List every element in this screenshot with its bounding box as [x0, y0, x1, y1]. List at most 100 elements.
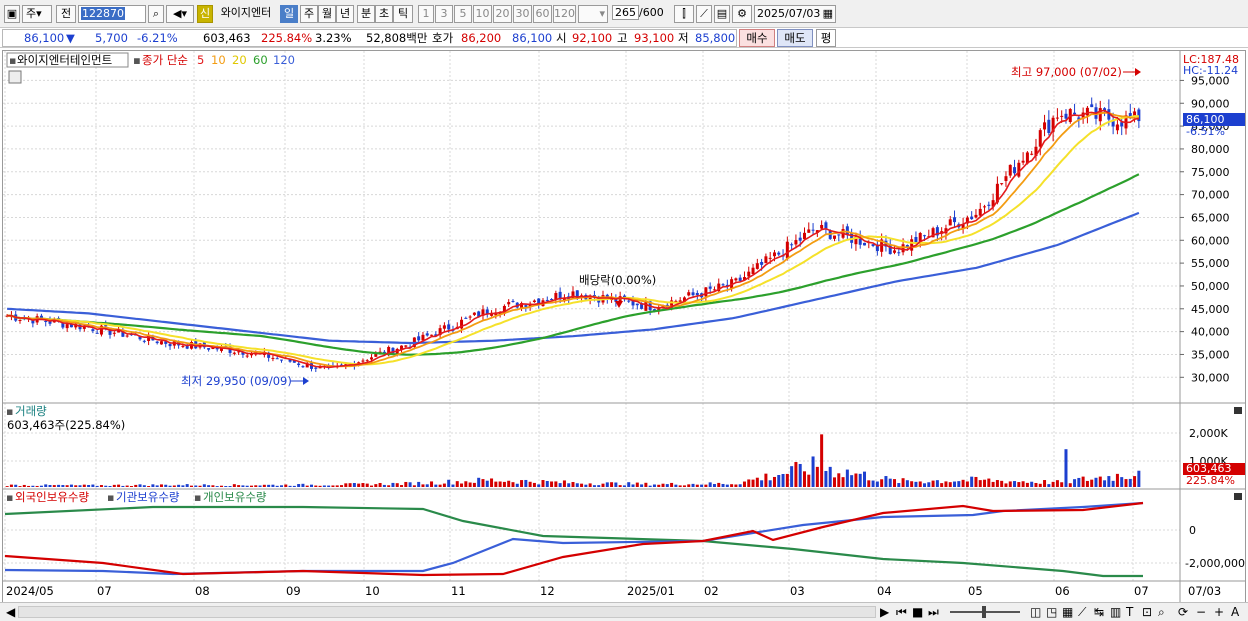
volume-bar: [207, 485, 211, 487]
interval-120[interactable]: 120: [553, 5, 576, 23]
grid-icon[interactable]: ▦: [1062, 604, 1073, 620]
candle-body: [953, 217, 957, 223]
volume-bar: [301, 483, 305, 487]
individual-holding-line: [4, 505, 1143, 578]
scroll-right-icon[interactable]: ▶: [880, 604, 889, 620]
chart-canvas[interactable]: 95,00090,00085,00080,00075,00070,00065,0…: [3, 51, 1245, 602]
y-tick-label: 90,000: [1191, 97, 1230, 110]
volume-bar: [494, 481, 498, 487]
table-icon[interactable]: [8, 70, 22, 84]
open-price: 92,100: [572, 31, 613, 45]
reset-icon[interactable]: ⟳: [1178, 604, 1188, 620]
bar-count-value[interactable]: 265: [612, 5, 639, 20]
candle-body: [695, 292, 699, 296]
sound-icon[interactable]: ◀▾: [166, 5, 194, 23]
volume-bar: [344, 483, 348, 487]
interval-1[interactable]: 1: [418, 5, 434, 23]
volume-bar: [970, 476, 974, 487]
period-tab-second[interactable]: 초: [375, 5, 393, 23]
period-tab-year[interactable]: 년: [336, 5, 354, 23]
buy-button[interactable]: 매수: [739, 29, 775, 47]
interval-10[interactable]: 10: [473, 5, 492, 23]
stop-icon[interactable]: ■: [912, 604, 923, 620]
text-icon[interactable]: T: [1126, 604, 1133, 620]
search-zoom-icon[interactable]: ⌕: [1158, 604, 1165, 620]
volume-bar: [99, 485, 103, 487]
compare-icon[interactable]: ◳: [1046, 604, 1057, 620]
period-selector[interactable]: 주▾: [22, 5, 52, 23]
interval-dropdown[interactable]: ▾: [578, 5, 608, 23]
y-tick-label: 75,000: [1191, 166, 1230, 179]
calendar-icon[interactable]: ▦: [823, 6, 833, 22]
volume-bar: [622, 485, 626, 487]
volume-bar: [447, 479, 451, 487]
volume-bar: [460, 483, 464, 487]
candle-body: [545, 299, 549, 301]
candle-body: [845, 226, 849, 235]
font-size-icon[interactable]: A: [1231, 604, 1239, 620]
period-tab-minute[interactable]: 분: [357, 5, 375, 23]
period-tab-tick[interactable]: 틱: [393, 5, 413, 23]
period-tab-month[interactable]: 월: [318, 5, 336, 23]
interval-5[interactable]: 5: [454, 5, 472, 23]
candle-body: [734, 278, 738, 281]
volume-bar: [189, 485, 193, 487]
x-tick-label: 10: [365, 584, 380, 598]
sell-button[interactable]: 매도: [777, 29, 813, 47]
settings-gear-icon[interactable]: ⚙: [732, 5, 752, 23]
candle-body: [807, 229, 811, 233]
volume-bar: [798, 463, 802, 487]
search-icon[interactable]: ⌕: [148, 5, 164, 23]
view-icon[interactable]: ◫: [1030, 604, 1041, 620]
zoom-in-icon[interactable]: +: [1214, 604, 1224, 620]
eval-button[interactable]: 평: [816, 29, 836, 47]
y-tick-label: -2,000,000: [1185, 557, 1245, 570]
volume-bar: [357, 483, 361, 487]
volume-bar: [391, 482, 395, 487]
period-tab-day[interactable]: 일: [280, 5, 298, 23]
candle-type-icon[interactable]: ⫿: [674, 5, 694, 23]
volume-bar: [275, 485, 279, 487]
volume-bar: [854, 473, 858, 487]
candle-body: [430, 334, 434, 336]
volume-bar: [777, 475, 781, 487]
zoom-out-icon[interactable]: −: [1196, 604, 1206, 620]
interval-20[interactable]: 20: [493, 5, 512, 23]
chart-area[interactable]: 95,000 90,000 85,000 80,000 75,000 70,000 65,0…: [2, 50, 1246, 603]
close-icon[interactable]: [1234, 493, 1242, 500]
capture-icon[interactable]: ⊡: [1142, 604, 1152, 620]
candle-body: [1047, 119, 1051, 134]
close-icon[interactable]: [1234, 407, 1242, 414]
range-icon[interactable]: ↹: [1094, 604, 1104, 620]
draw-line-icon[interactable]: ⟋: [696, 5, 712, 23]
volume-bar: [931, 480, 935, 487]
horizontal-scrollbar[interactable]: [18, 606, 876, 618]
interval-30[interactable]: 30: [513, 5, 532, 23]
line-icon[interactable]: ⟋: [1078, 604, 1086, 620]
stock-code-input[interactable]: 122870: [78, 5, 146, 23]
period-tab-week[interactable]: 주: [300, 5, 318, 23]
date-input[interactable]: 2025/07/03 ▦: [754, 5, 836, 23]
interval-60[interactable]: 60: [533, 5, 552, 23]
volume-bar: [430, 481, 434, 487]
candle-body: [1064, 113, 1068, 119]
volume-bar: [292, 485, 296, 487]
chart-type-icon[interactable]: ▥: [1110, 604, 1121, 620]
save-icon[interactable]: ▤: [714, 5, 730, 23]
interval-3[interactable]: 3: [435, 5, 453, 23]
low-price: 85,800: [695, 31, 736, 45]
last-page-icon[interactable]: ⏭: [928, 604, 939, 620]
volume-bar: [151, 484, 155, 487]
candle-body: [751, 267, 755, 274]
volume-bar: [794, 462, 798, 487]
stock-name[interactable]: 와이지엔터: [214, 5, 278, 23]
volume-bar: [1090, 479, 1094, 487]
volume-bar: [558, 483, 562, 487]
zoom-slider-handle[interactable]: [982, 606, 986, 618]
volume-bar: [567, 483, 571, 487]
scroll-left-icon[interactable]: ◀: [6, 604, 15, 620]
market-selector[interactable]: 전: [56, 5, 76, 23]
candle-body: [785, 241, 789, 259]
chart-menu-icon[interactable]: ▣: [4, 5, 20, 23]
first-page-icon[interactable]: ⏮: [896, 604, 907, 620]
